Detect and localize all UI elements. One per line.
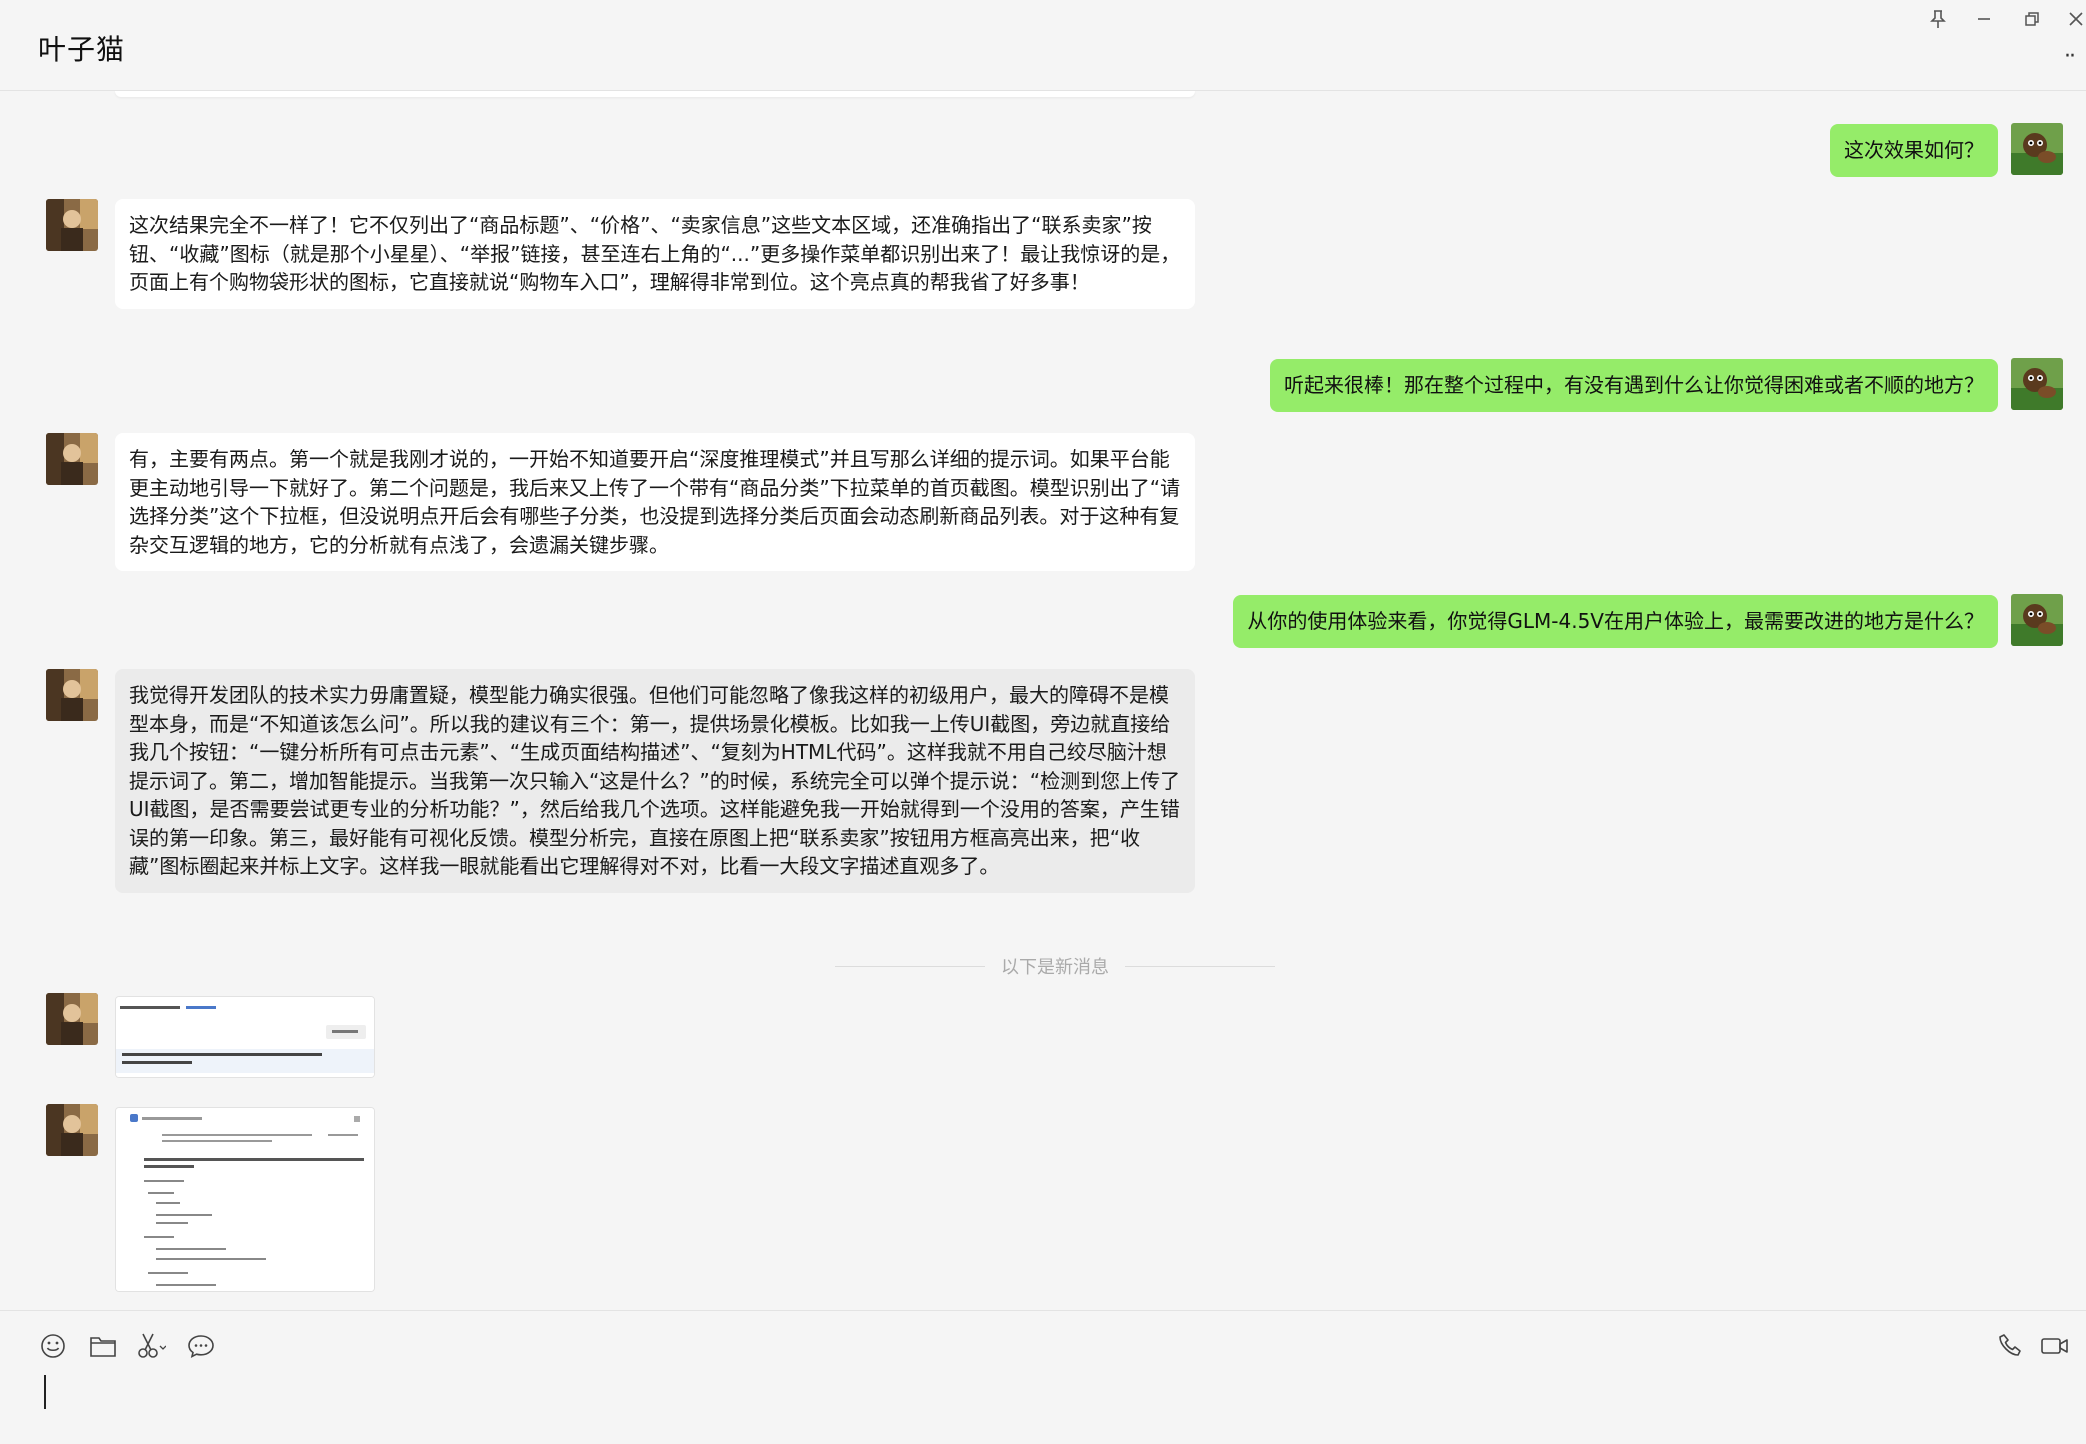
outgoing-message[interactable]: 从你的使用体验来看，你觉得GLM-4.5V在用户体验上，最需要改进的地方是什么？ [1233,595,1998,648]
avatar-contact[interactable] [46,1104,98,1156]
image-message-thumbnail[interactable] [115,1107,375,1292]
video-icon[interactable] [2040,1331,2070,1361]
message-list[interactable]: 这次效果如何？ 这次结果完全不一样了！它不仅列出了“商品标题”、“价格”、“卖家… [0,91,2086,1310]
title-bar: 叶子猫 ·· [0,0,2086,91]
message-composer [0,1310,2086,1444]
avatar-contact[interactable] [46,669,98,721]
chat-bubble-icon[interactable] [186,1331,216,1361]
chat-window: 叶子猫 ·· 这次效果如何？ 这次结果完全不一样了！它不仅列出了“商品标题”、“… [0,0,2086,1444]
close-icon[interactable] [2056,4,2086,34]
avatar-self[interactable] [2011,358,2063,410]
divider-line [1125,965,1275,967]
emoji-icon[interactable] [38,1331,68,1361]
incoming-message[interactable]: 有，主要有两点。第一个就是我刚才说的，一开始不知道要开启“深度推理模式”并且写那… [115,433,1195,571]
more-options-icon[interactable]: ·· [2064,44,2076,69]
image-message-thumbnail[interactable] [115,996,375,1078]
new-messages-divider: 以下是新消息 [835,953,1275,979]
restore-icon[interactable] [2012,4,2052,34]
partial-message-bubble [115,91,1195,97]
outgoing-message[interactable]: 听起来很棒！那在整个过程中，有没有遇到什么让你觉得困难或者不顺的地方？ [1270,359,1998,412]
divider-line [835,965,985,967]
text-input-caret[interactable] [44,1375,46,1409]
outgoing-message[interactable]: 这次效果如何？ [1830,124,1998,177]
phone-icon[interactable] [1996,1331,2026,1361]
scissors-icon[interactable] [136,1331,166,1361]
avatar-self[interactable] [2011,123,2063,175]
folder-icon[interactable] [88,1331,118,1361]
minimize-icon[interactable] [1964,4,2004,34]
incoming-message[interactable]: 这次结果完全不一样了！它不仅列出了“商品标题”、“价格”、“卖家信息”这些文本区… [115,199,1195,309]
incoming-message[interactable]: 我觉得开发团队的技术实力毋庸置疑，模型能力确实很强。但他们可能忽略了像我这样的初… [115,669,1195,893]
avatar-contact[interactable] [46,199,98,251]
divider-label: 以下是新消息 [1001,957,1109,978]
pin-icon[interactable] [1918,4,1958,34]
avatar-contact[interactable] [46,433,98,485]
chat-title: 叶子猫 [38,33,126,66]
avatar-self[interactable] [2011,594,2063,646]
avatar-contact[interactable] [46,993,98,1045]
